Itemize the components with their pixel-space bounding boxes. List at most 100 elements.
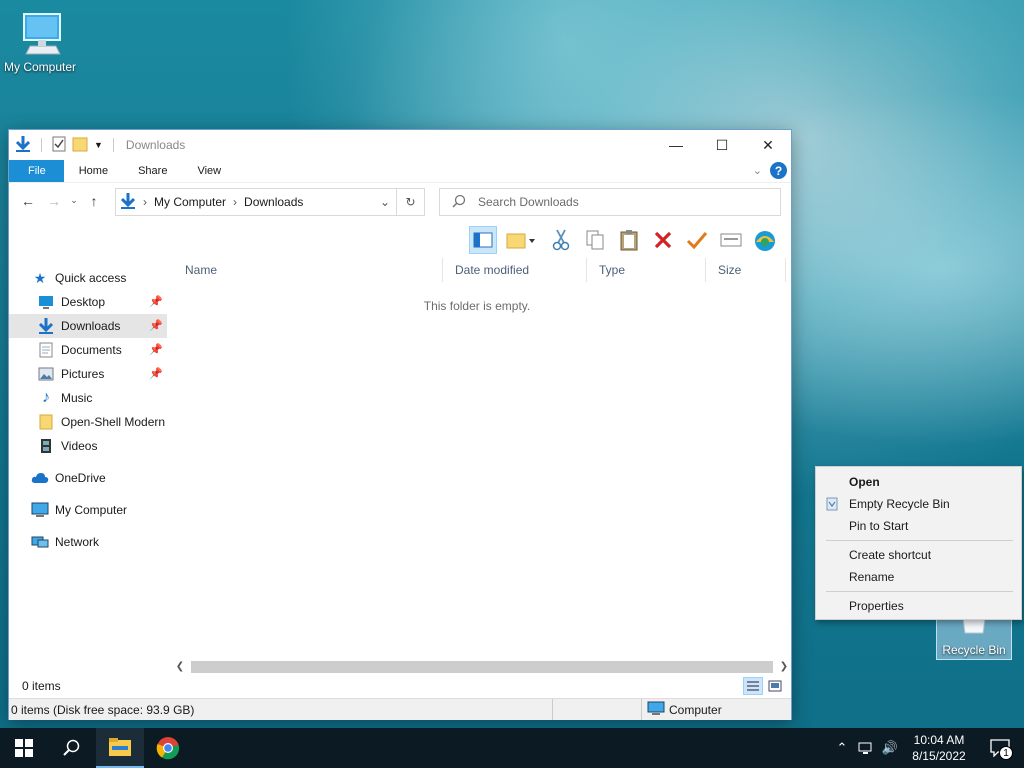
start-button[interactable]	[0, 728, 48, 768]
tab-home[interactable]: Home	[64, 160, 123, 182]
nav-label: Open-Shell Modern	[61, 415, 166, 429]
refresh-icon[interactable]: ↻	[396, 189, 424, 215]
nav-quick-access[interactable]: ★ Quick access	[9, 266, 167, 290]
nav-item-music[interactable]: ♪ Music	[9, 386, 167, 410]
nav-label: Network	[55, 535, 100, 549]
details-view-icon[interactable]	[743, 677, 763, 695]
clock-time: 10:04 AM	[913, 733, 965, 747]
pin-icon[interactable]: 📌	[149, 367, 163, 380]
desktop-icon	[37, 294, 55, 310]
menu-item-create-shortcut[interactable]: Create shortcut	[816, 544, 1021, 566]
search-icon	[63, 739, 80, 756]
select-icon[interactable]	[683, 226, 711, 254]
title-bar[interactable]: ▼ Downloads — ☐ ✕	[9, 130, 791, 160]
nav-label: Videos	[61, 439, 98, 453]
item-count: 0 items	[22, 679, 61, 693]
horizontal-scrollbar[interactable]: ❮ ❯	[173, 658, 791, 675]
new-folder-icon[interactable]	[503, 226, 541, 254]
open-shell-icon[interactable]	[751, 226, 779, 254]
desktop-icon-label: Recycle Bin	[942, 643, 1006, 657]
nav-label: Desktop	[61, 295, 106, 309]
paste-icon[interactable]	[615, 226, 643, 254]
pin-icon[interactable]: 📌	[149, 295, 163, 308]
expand-ribbon-icon[interactable]: ⌄	[753, 164, 762, 177]
nav-network[interactable]: Network	[9, 530, 167, 554]
nav-item-documents[interactable]: Documents 📌	[9, 338, 167, 362]
nav-item-desktop[interactable]: Desktop 📌	[9, 290, 167, 314]
copy-icon[interactable]	[581, 226, 609, 254]
details-bar: 0 items (Disk free space: 93.9 GB) Compu…	[9, 698, 791, 720]
network-status-icon[interactable]	[854, 728, 878, 768]
breadcrumb-separator-icon[interactable]: ›	[233, 195, 237, 209]
column-date-modified[interactable]: Date modified	[443, 258, 587, 282]
tab-view[interactable]: View	[182, 160, 236, 182]
up-button[interactable]: ↑	[81, 188, 107, 214]
videos-icon	[37, 438, 55, 454]
zone-indicator: Computer	[641, 699, 791, 720]
pin-icon[interactable]: 📌	[149, 343, 163, 356]
star-icon: ★	[33, 269, 47, 286]
nav-item-downloads[interactable]: Downloads 📌	[9, 314, 167, 338]
chrome-taskbar-button[interactable]	[144, 728, 192, 768]
nav-item-videos[interactable]: Videos	[9, 434, 167, 458]
scroll-thumb[interactable]	[191, 660, 773, 673]
navigation-pane-icon[interactable]	[469, 226, 497, 254]
forward-button[interactable]: →	[41, 188, 67, 214]
address-bar[interactable]: › My Computer › Downloads ⌄ ↻	[115, 188, 425, 216]
new-folder-icon[interactable]	[72, 136, 88, 155]
action-center-button[interactable]: 1	[976, 728, 1024, 768]
customize-dropdown-icon[interactable]: ▼	[94, 140, 103, 150]
desktop-icon-my-computer[interactable]: My Computer	[0, 10, 80, 74]
minimize-button[interactable]: —	[653, 130, 699, 160]
scroll-right-icon[interactable]: ❯	[777, 661, 791, 672]
address-dropdown-icon[interactable]: ⌄	[374, 195, 396, 209]
menu-item-empty-recycle-bin[interactable]: Empty Recycle Bin	[816, 493, 1021, 515]
nav-item-pictures[interactable]: Pictures 📌	[9, 362, 167, 386]
system-tray: ⌃ 🔊 10:04 AM 8/15/2022 1	[830, 728, 1024, 768]
breadcrumb-separator-icon[interactable]: ›	[143, 195, 147, 209]
large-icons-view-icon[interactable]	[765, 677, 785, 695]
search-button[interactable]	[48, 728, 96, 768]
maximize-button[interactable]: ☐	[699, 130, 745, 160]
pin-icon[interactable]: 📌	[149, 319, 163, 332]
breadcrumb-my-computer[interactable]: My Computer	[154, 195, 226, 209]
menu-item-open[interactable]: Open	[816, 471, 1021, 493]
clock[interactable]: 10:04 AM 8/15/2022	[902, 732, 976, 764]
explorer-window: ▼ Downloads — ☐ ✕ File Home Share View ⌄…	[8, 129, 792, 720]
back-button[interactable]: ←	[15, 188, 41, 214]
properties-icon[interactable]	[717, 226, 745, 254]
column-size[interactable]: Size	[706, 258, 786, 282]
help-icon[interactable]: ?	[770, 162, 787, 179]
tab-share[interactable]: Share	[123, 160, 182, 182]
volume-icon[interactable]: 🔊	[878, 728, 902, 768]
nav-my-computer[interactable]: My Computer	[9, 498, 167, 522]
delete-icon[interactable]	[649, 226, 677, 254]
search-icon	[452, 194, 466, 211]
tab-file[interactable]: File	[9, 160, 64, 182]
show-hidden-icons-icon[interactable]: ⌃	[830, 728, 854, 768]
menu-item-pin-to-start[interactable]: Pin to Start	[816, 515, 1021, 537]
ribbon-tabs: File Home Share View ⌄ ?	[9, 160, 791, 182]
search-input[interactable]: Search Downloads	[439, 188, 781, 216]
download-arrow-icon	[120, 192, 136, 213]
computer-icon	[647, 701, 665, 718]
clock-date: 8/15/2022	[912, 749, 966, 763]
scroll-left-icon[interactable]: ❮	[173, 661, 187, 672]
menu-item-properties[interactable]: Properties	[816, 595, 1021, 617]
context-menu: Open Empty Recycle Bin Pin to Start Crea…	[815, 466, 1022, 620]
properties-check-icon[interactable]	[52, 136, 66, 155]
download-arrow-icon	[15, 135, 31, 156]
file-explorer-taskbar-button[interactable]	[96, 728, 144, 768]
column-name[interactable]: Name	[173, 258, 443, 282]
nav-label: Documents	[61, 343, 122, 357]
menu-item-rename[interactable]: Rename	[816, 566, 1021, 588]
breadcrumb-downloads[interactable]: Downloads	[244, 195, 303, 209]
file-list[interactable]: Name Date modified Type Size This folder…	[173, 258, 791, 658]
recent-locations-button[interactable]: ⌄	[67, 188, 81, 214]
column-type[interactable]: Type	[587, 258, 706, 282]
cut-icon[interactable]	[547, 226, 575, 254]
close-button[interactable]: ✕	[745, 130, 791, 160]
nav-item-open-shell-modern[interactable]: Open-Shell Modern	[9, 410, 167, 434]
download-arrow-icon	[37, 318, 55, 334]
nav-onedrive[interactable]: OneDrive	[9, 466, 167, 490]
